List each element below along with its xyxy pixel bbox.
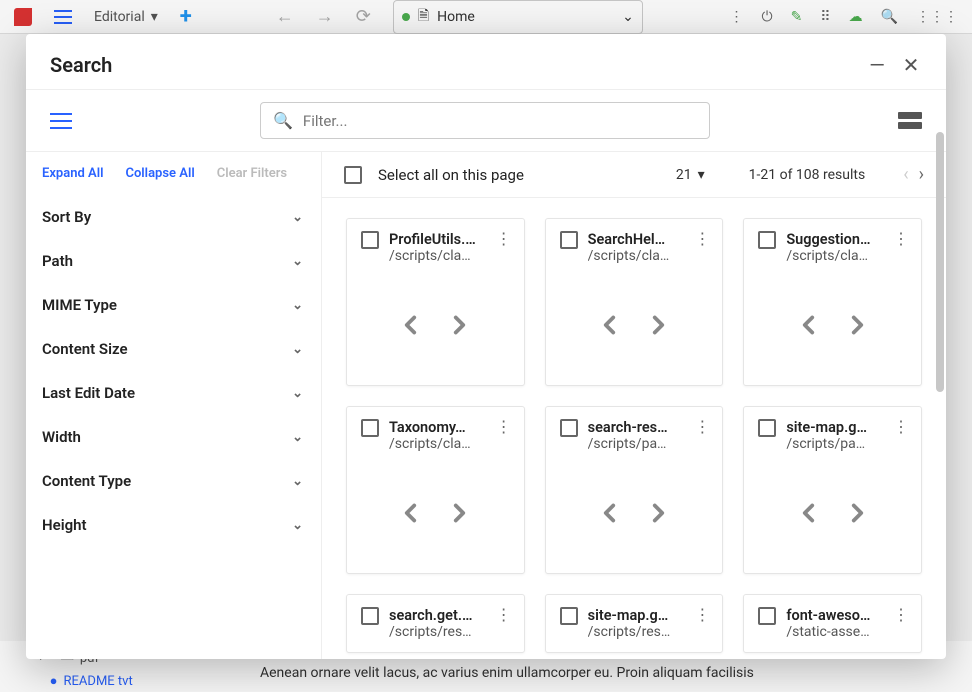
expand-all-link[interactable]: Expand All [42, 166, 103, 181]
result-card[interactable]: ProfileUtils.… /scripts/cla… ⋮ [346, 218, 525, 386]
result-card[interactable]: font-aweso… /static-asse… ⋮ [743, 594, 922, 653]
code-file-icon [602, 310, 666, 340]
chevron-down-icon: ⌄ [292, 474, 303, 489]
result-card[interactable]: Taxonomy… /scripts/cla… ⋮ [346, 406, 525, 574]
filter-content-type[interactable]: Content Type⌄ [26, 459, 321, 503]
card-path: /scripts/cla… [389, 248, 484, 264]
select-all-label: Select all on this page [378, 166, 524, 184]
code-file-icon [801, 498, 865, 528]
select-all-checkbox[interactable] [344, 166, 362, 184]
filter-mime-type[interactable]: MIME Type⌄ [26, 283, 321, 327]
filter-input-wrap[interactable]: 🔍 [260, 102, 710, 139]
result-card[interactable]: site-map.g… /scripts/res… ⋮ [545, 594, 724, 653]
card-checkbox[interactable] [560, 607, 578, 625]
results-panel: Select all on this page 21 ▾ 1-21 of 108… [322, 152, 946, 659]
card-checkbox[interactable] [560, 419, 578, 437]
dialog-toolbar: 🔍 [26, 90, 946, 152]
view-mode-toggle[interactable] [898, 112, 922, 130]
code-file-icon [801, 310, 865, 340]
card-filename: search.get.… [389, 607, 484, 624]
chevron-down-icon: ⌄ [292, 210, 303, 225]
card-filename: ProfileUtils.… [389, 231, 484, 248]
card-filename: SearchHel… [588, 231, 683, 248]
clear-filters-link: Clear Filters [217, 166, 287, 181]
card-more-icon[interactable]: ⋮ [494, 419, 514, 435]
card-checkbox[interactable] [758, 607, 776, 625]
card-path: /static-asse… [786, 624, 881, 640]
chevron-down-icon: ⌄ [292, 518, 303, 533]
card-more-icon[interactable]: ⋮ [891, 419, 911, 435]
sidebar-toggle-icon[interactable] [50, 113, 72, 129]
chevron-down-icon: ⌄ [292, 254, 303, 269]
result-card[interactable]: SearchHel… /scripts/cla… ⋮ [545, 218, 724, 386]
chevron-down-icon: ⌄ [292, 430, 303, 445]
card-filename: Taxonomy… [389, 419, 484, 436]
card-path: /scripts/cla… [588, 248, 683, 264]
dialog-scrollbar[interactable] [936, 132, 944, 392]
card-path: /scripts/cla… [389, 436, 484, 452]
card-checkbox[interactable] [758, 419, 776, 437]
card-checkbox[interactable] [361, 607, 379, 625]
filter-content-size[interactable]: Content Size⌄ [26, 327, 321, 371]
card-path: /scripts/res… [389, 624, 484, 640]
card-more-icon[interactable]: ⋮ [692, 419, 712, 435]
card-filename: site-map.g… [588, 607, 683, 624]
filter-sort-by[interactable]: Sort By⌄ [26, 195, 321, 239]
card-more-icon[interactable]: ⋮ [692, 231, 712, 247]
card-filename: Suggestion… [786, 231, 881, 248]
filter-width[interactable]: Width⌄ [26, 415, 321, 459]
card-checkbox[interactable] [361, 231, 379, 249]
filter-height[interactable]: Height⌄ [26, 503, 321, 547]
card-more-icon[interactable]: ⋮ [891, 231, 911, 247]
card-path: /scripts/pa… [786, 436, 881, 452]
result-card[interactable]: Suggestion… /scripts/cla… ⋮ [743, 218, 922, 386]
filter-last-edit-date[interactable]: Last Edit Date⌄ [26, 371, 321, 415]
chevron-down-icon: ⌄ [292, 342, 303, 357]
dialog-title: Search [50, 53, 112, 77]
page-size-dropdown[interactable]: 21 ▾ [676, 167, 705, 183]
close-icon[interactable]: ✕ [900, 54, 922, 76]
chevron-down-icon: ⌄ [292, 298, 303, 313]
results-count: 1-21 of 108 results [749, 167, 866, 183]
collapse-all-link[interactable]: Collapse All [125, 166, 194, 181]
chevron-down-icon: ⌄ [292, 386, 303, 401]
filter-input[interactable] [303, 112, 697, 130]
card-filename: font-aweso… [786, 607, 881, 624]
dialog-header: Search — ✕ [26, 34, 946, 90]
code-file-icon [403, 310, 467, 340]
search-dialog: Search — ✕ 🔍 Expand All Collapse All Cle… [26, 34, 946, 659]
card-path: /scripts/res… [588, 624, 683, 640]
card-more-icon[interactable]: ⋮ [494, 231, 514, 247]
result-card[interactable]: site-map.g… /scripts/pa… ⋮ [743, 406, 922, 574]
results-grid-container: ProfileUtils.… /scripts/cla… ⋮ SearchHel… [322, 198, 946, 659]
caret-down-icon: ▾ [698, 167, 705, 183]
card-path: /scripts/cla… [786, 248, 881, 264]
card-checkbox[interactable] [361, 419, 379, 437]
filters-sidebar: Expand All Collapse All Clear Filters So… [26, 152, 322, 659]
prev-page-icon: ‹ [903, 164, 908, 185]
card-more-icon[interactable]: ⋮ [494, 607, 514, 623]
card-path: /scripts/pa… [588, 436, 683, 452]
card-checkbox[interactable] [758, 231, 776, 249]
modal-overlay: Search — ✕ 🔍 Expand All Collapse All Cle… [0, 0, 972, 692]
card-filename: site-map.g… [786, 419, 881, 436]
code-file-icon [602, 498, 666, 528]
result-card[interactable]: search-res… /scripts/pa… ⋮ [545, 406, 724, 574]
code-file-icon [403, 498, 467, 528]
card-checkbox[interactable] [560, 231, 578, 249]
search-icon: 🔍 [273, 111, 293, 130]
filter-path[interactable]: Path⌄ [26, 239, 321, 283]
result-card[interactable]: search.get.… /scripts/res… ⋮ [346, 594, 525, 653]
next-page-icon[interactable]: › [919, 164, 924, 185]
minimize-icon[interactable]: — [866, 54, 888, 76]
card-more-icon[interactable]: ⋮ [891, 607, 911, 623]
card-filename: search-res… [588, 419, 683, 436]
page-size-value: 21 [676, 167, 692, 183]
card-more-icon[interactable]: ⋮ [692, 607, 712, 623]
results-header: Select all on this page 21 ▾ 1-21 of 108… [322, 152, 946, 198]
